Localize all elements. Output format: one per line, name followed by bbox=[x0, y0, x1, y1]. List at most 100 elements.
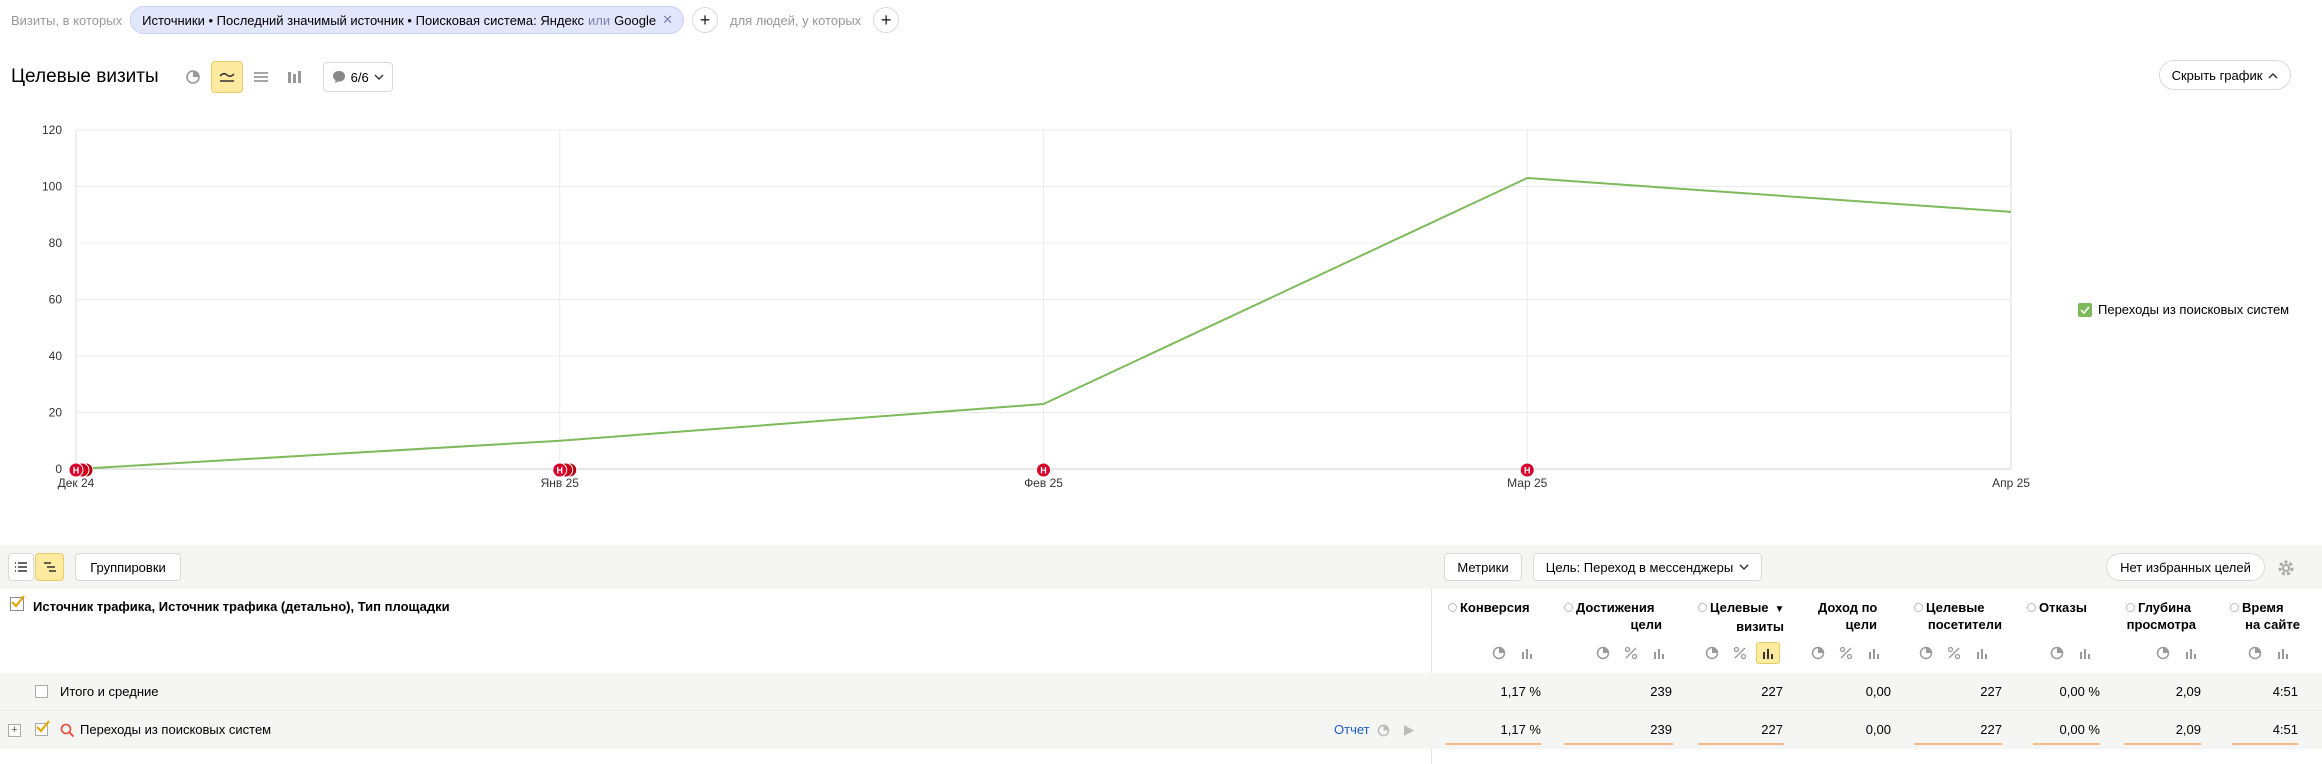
column-select-radio[interactable] bbox=[1698, 603, 1707, 612]
annotations-count: 6/6 bbox=[350, 69, 369, 85]
flat-view-button[interactable] bbox=[8, 553, 34, 581]
metric-cell: 0,00 % bbox=[2059, 722, 2100, 737]
chart-header: Целевые визиты 6/6 bbox=[11, 60, 393, 94]
chart-legend[interactable]: Переходы из поисковых систем bbox=[2078, 302, 2289, 317]
column-header[interactable]: Целевые ▼ визиты bbox=[1698, 599, 1794, 635]
pie-chart-icon[interactable] bbox=[1700, 642, 1724, 664]
x-tick-label: Дек 24 bbox=[58, 476, 95, 490]
bar-chart-icon[interactable] bbox=[1647, 642, 1671, 664]
column-view-icons bbox=[1806, 642, 1886, 664]
metric-cell: 227 bbox=[1980, 684, 2002, 699]
percent-icon[interactable] bbox=[1619, 642, 1643, 664]
column-header-text: Глубина bbox=[2138, 600, 2192, 615]
metric-share-bar bbox=[2124, 743, 2201, 745]
chevron-up-icon bbox=[2268, 72, 2278, 78]
stacked-area-icon bbox=[253, 72, 268, 82]
favorite-goals-label: Нет избранных целей bbox=[2120, 559, 2251, 575]
column-header-line2: просмотра bbox=[2126, 617, 2196, 632]
hide-chart-button[interactable]: Скрыть график bbox=[2159, 60, 2291, 90]
dimensions-checkbox[interactable] bbox=[10, 595, 25, 611]
column-header[interactable]: Целевые посетители bbox=[1914, 599, 2012, 633]
pie-chart-icon[interactable] bbox=[1377, 724, 1390, 737]
column-header[interactable]: Время на сайте bbox=[2230, 599, 2310, 633]
column-header-line1: Время bbox=[2230, 599, 2310, 616]
table-row-total: Итого и средние 1,17 % 239 227 0,00 227 0,00 … bbox=[0, 673, 2322, 711]
pie-chart-icon[interactable] bbox=[1591, 642, 1615, 664]
people-filter-label: для людей, у которых bbox=[729, 12, 862, 28]
filter-chip[interactable]: Источники • Последний значимый источник … bbox=[130, 6, 684, 34]
row-checkbox[interactable] bbox=[35, 720, 50, 736]
metric-share-bar bbox=[1446, 743, 1541, 745]
filter-chip-text: Источники • Последний значимый источник … bbox=[142, 12, 585, 28]
column-view-icons bbox=[2045, 642, 2097, 664]
pie-chart-icon[interactable] bbox=[1806, 642, 1830, 664]
metric-cell: 0,00 bbox=[1865, 684, 1891, 699]
bar-chart-icon[interactable] bbox=[2271, 642, 2295, 664]
percent-icon[interactable] bbox=[1942, 642, 1966, 664]
gear-icon[interactable] bbox=[2276, 558, 2296, 578]
column-header-line1: Достижения bbox=[1564, 599, 1672, 616]
groupings-button[interactable]: Группировки bbox=[75, 553, 181, 581]
column-header-text: Доход по bbox=[1818, 600, 1878, 615]
x-tick-label: Мар 25 bbox=[1507, 476, 1547, 490]
column-header-line1: Целевые ▼ bbox=[1698, 599, 1794, 618]
percent-icon[interactable] bbox=[1834, 642, 1858, 664]
column-select-radio[interactable] bbox=[1448, 603, 1457, 612]
list-icon bbox=[15, 562, 27, 572]
bar-chart-icon[interactable] bbox=[1970, 642, 1994, 664]
metric-cell: 239 bbox=[1650, 684, 1672, 699]
annotations-select[interactable]: 6/6 bbox=[322, 62, 393, 92]
add-people-condition-button[interactable]: + bbox=[873, 7, 900, 33]
table-row[interactable]: + Переходы из поисковых систем Отчет 1,1… bbox=[0, 711, 2322, 749]
filter-prefix-label: Визиты, в которых bbox=[11, 12, 123, 28]
column-header[interactable]: Глубина просмотра bbox=[2126, 599, 2206, 633]
column-select-radio[interactable] bbox=[2027, 603, 2036, 612]
metric-share-bar bbox=[1564, 743, 1673, 745]
bar-chart-icon[interactable] bbox=[2179, 642, 2203, 664]
column-select-radio[interactable] bbox=[2126, 603, 2135, 612]
pie-chart-view-button[interactable] bbox=[177, 61, 209, 93]
bar-chart-icon[interactable] bbox=[1515, 642, 1539, 664]
column-select-radio[interactable] bbox=[2230, 603, 2239, 612]
plus-icon: + bbox=[880, 10, 892, 30]
tree-view-button[interactable] bbox=[35, 553, 64, 581]
goal-select[interactable]: Цель: Переход в мессенджеры bbox=[1533, 553, 1762, 581]
metric-share-bar bbox=[2232, 743, 2298, 745]
column-header-line2: на сайте bbox=[2245, 617, 2300, 632]
bar-chart-icon[interactable] bbox=[1756, 642, 1780, 664]
report-link[interactable]: Отчет bbox=[1334, 722, 1370, 737]
x-tick-label: Апр 25 bbox=[1992, 476, 2030, 490]
percent-icon[interactable] bbox=[1728, 642, 1752, 664]
bar-chart-icon[interactable] bbox=[1862, 642, 1886, 664]
bar-chart-icon[interactable] bbox=[2073, 642, 2097, 664]
metrics-button[interactable]: Метрики bbox=[1444, 553, 1522, 581]
pie-chart-icon[interactable] bbox=[1914, 642, 1938, 664]
pie-chart-icon[interactable] bbox=[2151, 642, 2175, 664]
bar-chart-view-button[interactable] bbox=[279, 61, 311, 93]
column-header-line1: Конверсия bbox=[1448, 599, 1550, 616]
area-chart-view-button[interactable] bbox=[245, 61, 277, 93]
close-icon[interactable]: ✕ bbox=[662, 12, 673, 28]
column-view-icons bbox=[1591, 642, 1671, 664]
expand-row-button[interactable]: + bbox=[8, 724, 21, 737]
column-header[interactable]: Отказы bbox=[2027, 599, 2106, 616]
y-tick-label: 60 bbox=[49, 293, 63, 307]
column-select-radio[interactable] bbox=[1914, 603, 1923, 612]
column-header[interactable]: Доход по цели bbox=[1818, 599, 1887, 633]
column-header[interactable]: Достижения цели bbox=[1564, 599, 1672, 633]
pie-chart-icon[interactable] bbox=[1487, 642, 1511, 664]
add-visit-condition-button[interactable]: + bbox=[691, 7, 718, 33]
pie-chart-icon[interactable] bbox=[2045, 642, 2069, 664]
column-select-radio[interactable] bbox=[1564, 603, 1573, 612]
play-icon[interactable] bbox=[1403, 724, 1415, 737]
sort-desc-icon[interactable]: ▼ bbox=[1775, 604, 1785, 615]
pie-chart-icon[interactable] bbox=[2243, 642, 2267, 664]
favorite-goals-button[interactable]: Нет избранных целей bbox=[2106, 553, 2265, 581]
column-header-line2: посетители bbox=[1927, 617, 2002, 632]
column-header[interactable]: Конверсия bbox=[1448, 599, 1550, 616]
row-checkbox[interactable] bbox=[35, 685, 48, 698]
column-view-icons bbox=[1700, 642, 1780, 664]
legend-checkbox[interactable] bbox=[2078, 302, 2092, 317]
line-chart-view-button[interactable] bbox=[210, 61, 243, 93]
legend-series-label: Переходы из поисковых систем bbox=[2098, 302, 2290, 317]
